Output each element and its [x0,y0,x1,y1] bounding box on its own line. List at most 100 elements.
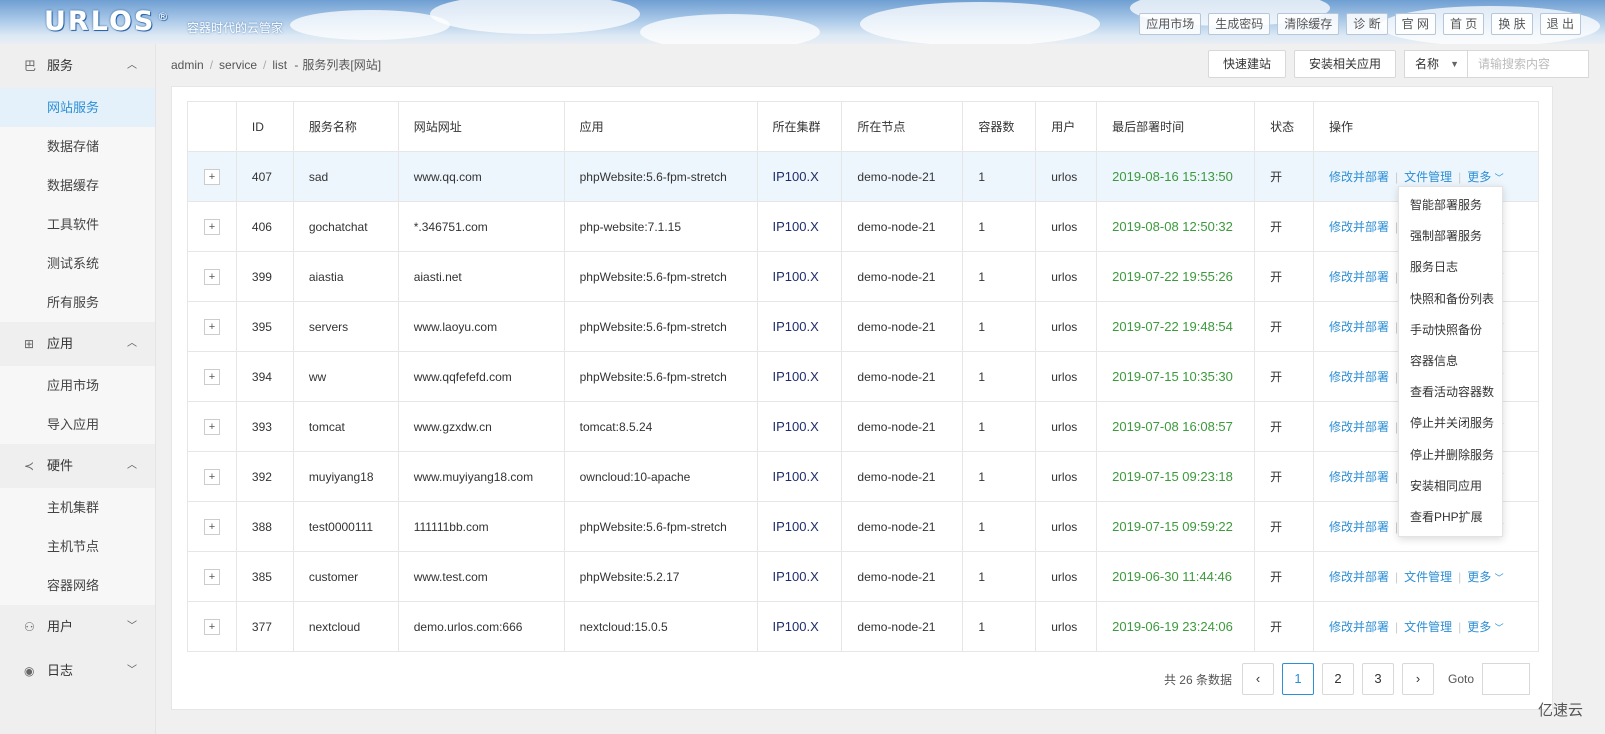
table-row[interactable]: +407 sad www.qq.com phpWebsite:5.6-fpm-stre… [187,151,1539,202]
expand-row-button[interactable]: + [203,368,220,385]
table-row[interactable]: +406 gochatchat *.346751.com php-website:7.… [187,201,1539,252]
menu-container-info[interactable]: 容器信息 [1399,346,1502,377]
header-node[interactable]: 所在节点 [841,101,964,152]
app-logo[interactable]: URLOS ® [44,6,170,37]
page-button-1[interactable]: 1 [1281,663,1314,695]
sidebar-group-logs[interactable]: ◉ 日志 ﹀ [0,649,155,693]
menu-stop-service[interactable]: 停止并关闭服务 [1399,408,1502,439]
redeploy-link[interactable]: 修改并部署 [1329,220,1389,234]
more-link[interactable]: 更多 ﹀ [1467,570,1503,584]
expand-row-button[interactable]: + [203,268,220,285]
table-row[interactable]: +388 test0000111 111111bb.com phpWebsite:5.… [187,501,1539,552]
sidebar-item-container-network[interactable]: 容器网络 [0,566,155,605]
menu-php-extensions[interactable]: 查看PHP扩展 [1399,502,1502,533]
more-link[interactable]: 更多 ﹀ [1467,170,1503,184]
next-page-button[interactable]: › [1401,663,1434,695]
table-row[interactable]: +394 ww www.qqfefefd.com phpWebsite:5.6-fpm… [187,351,1539,402]
redeploy-link[interactable]: 修改并部署 [1329,270,1389,284]
more-link[interactable]: 更多 ﹀ [1467,620,1503,634]
sidebar-item-test-system[interactable]: 测试系统 [0,244,155,283]
expand-row-button[interactable]: + [203,618,220,635]
header-service-name[interactable]: 服务名称 [292,101,399,152]
header-id[interactable]: ID [235,101,294,152]
official-site-button[interactable]: 官 网 [1394,13,1436,35]
menu-snapshot-list[interactable]: 快照和备份列表 [1399,284,1502,315]
expand-row-button[interactable]: + [203,418,220,435]
table-row[interactable]: +377 nextcloud demo.urlos.com:666 nextcloud… [187,601,1539,652]
cell-service-name: gochatchat [292,201,399,252]
search-input[interactable] [1468,50,1589,78]
sidebar-item-host-cluster[interactable]: 主机集群 [0,488,155,527]
table-row[interactable]: +393 tomcat www.gzxdw.cn tomcat:8.5.24 IP100… [187,401,1539,452]
file-manager-link[interactable]: 文件管理 [1404,170,1452,184]
logout-button[interactable]: 退 出 [1539,13,1581,35]
redeploy-link[interactable]: 修改并部署 [1329,470,1389,484]
menu-active-containers[interactable]: 查看活动容器数 [1399,377,1502,408]
expand-row-button[interactable]: + [203,218,220,235]
website-url-text: www.test.com [413,569,488,584]
container-count-text: 1 [978,569,986,584]
change-skin-button[interactable]: 换 肤 [1491,13,1533,35]
generate-password-button[interactable]: 生成密码 [1208,13,1271,35]
header-container-count[interactable]: 容器数 [962,101,1037,152]
diagnose-button[interactable]: 诊 断 [1346,13,1388,35]
header-app[interactable]: 应用 [563,101,758,152]
page-button-2[interactable]: 2 [1321,663,1354,695]
sidebar-item-data-cache[interactable]: 数据缓存 [0,166,155,205]
menu-delete-service[interactable]: 停止并删除服务 [1399,440,1502,471]
table-row[interactable]: +399 aiastia aiasti.net phpWebsite:5.6-fpm-… [187,251,1539,302]
sidebar-item-host-node[interactable]: 主机节点 [0,527,155,566]
redeploy-link[interactable]: 修改并部署 [1329,370,1389,384]
sidebar-group-service[interactable]: 巴 服务 ︿ [0,44,155,88]
sidebar-group-apps[interactable]: ⊞ 应用 ︿ [0,322,155,366]
clear-cache-button[interactable]: 清除缓存 [1277,13,1340,35]
menu-smart-deploy[interactable]: 智能部署服务 [1399,190,1502,221]
expand-row-button[interactable]: + [203,468,220,485]
sidebar-item-website-service[interactable]: 网站服务 [0,88,155,127]
header-user[interactable]: 用户 [1035,101,1098,152]
expand-row-button[interactable]: + [203,568,220,585]
cell-service-name: test0000111 [292,501,399,552]
sidebar-item-import-app[interactable]: 导入应用 [0,405,155,444]
table-row[interactable]: +392 muyiyang18 www.muyiyang18.com owncloud… [187,451,1539,502]
redeploy-link[interactable]: 修改并部署 [1329,570,1389,584]
table-row[interactable]: +385 customer www.test.com phpWebsite:5.2.1… [187,551,1539,602]
redeploy-link[interactable]: 修改并部署 [1329,320,1389,334]
expand-row-button[interactable]: + [203,168,220,185]
top-button-group: 应用市场 生成密码 清除缓存 诊 断 官 网 首 页 换 肤 退 出 [1139,13,1581,35]
search-field-select[interactable]: 名称 ▼ [1404,50,1468,78]
sidebar-group-users[interactable]: ⚇ 用户 ﹀ [0,605,155,649]
file-manager-link[interactable]: 文件管理 [1404,620,1452,634]
sidebar-group-hardware[interactable]: ≺ 硬件 ︿ [0,444,155,488]
sidebar-item-tools[interactable]: 工具软件 [0,205,155,244]
redeploy-link[interactable]: 修改并部署 [1329,420,1389,434]
header-website-url[interactable]: 网站网址 [397,101,565,152]
header-last-deploy-time[interactable]: 最后部署时间 [1096,101,1256,152]
page-button-3[interactable]: 3 [1361,663,1394,695]
redeploy-link[interactable]: 修改并部署 [1329,170,1389,184]
goto-page-input[interactable] [1482,663,1530,695]
header-cluster[interactable]: 所在集群 [756,101,843,152]
menu-service-log[interactable]: 服务日志 [1399,252,1502,283]
menu-force-deploy[interactable]: 强制部署服务 [1399,221,1502,252]
sidebar-item-data-storage[interactable]: 数据存储 [0,127,155,166]
expand-row-button[interactable]: + [203,318,220,335]
table-row[interactable]: +395 servers www.laoyu.com phpWebsite:5.6-f… [187,301,1539,352]
app-market-button[interactable]: 应用市场 [1139,13,1202,35]
header-status[interactable]: 状态 [1254,101,1315,152]
breadcrumb-service[interactable]: service [219,58,257,72]
menu-install-same-app[interactable]: 安装相同应用 [1399,471,1502,502]
sidebar-item-all-services[interactable]: 所有服务 [0,283,155,322]
menu-manual-snapshot[interactable]: 手动快照备份 [1399,315,1502,346]
quick-build-button[interactable]: 快速建站 [1207,50,1286,78]
breadcrumb-admin[interactable]: admin [171,58,204,72]
home-button[interactable]: 首 页 [1442,13,1485,35]
expand-row-button[interactable]: + [203,518,220,535]
install-related-app-button[interactable]: 安装相关应用 [1293,50,1396,78]
sidebar-item-app-market[interactable]: 应用市场 [0,366,155,405]
prev-page-button[interactable]: ‹ [1241,663,1274,695]
redeploy-link[interactable]: 修改并部署 [1329,520,1389,534]
service-name-text: ww [308,369,327,384]
redeploy-link[interactable]: 修改并部署 [1329,620,1389,634]
file-manager-link[interactable]: 文件管理 [1404,570,1452,584]
